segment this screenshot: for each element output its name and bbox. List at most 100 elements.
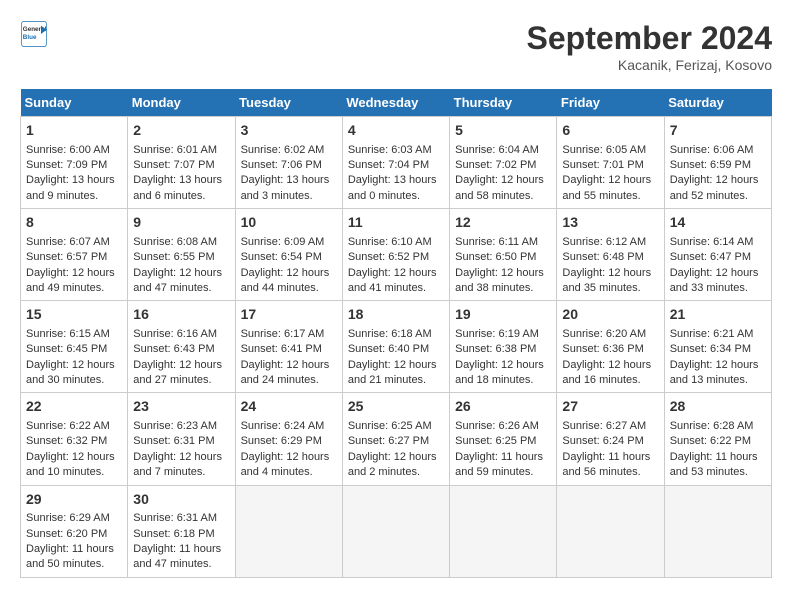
day-info: Sunset: 7:02 PM <box>455 158 551 173</box>
day-info: and 7 minutes. <box>133 465 229 480</box>
header-row: SundayMondayTuesdayWednesdayThursdayFrid… <box>21 89 772 117</box>
day-info: and 47 minutes. <box>133 557 229 572</box>
day-info: Sunset: 6:52 PM <box>348 250 444 265</box>
day-info: and 58 minutes. <box>455 189 551 204</box>
day-info: Sunset: 6:57 PM <box>26 250 122 265</box>
calendar-cell: 2Sunrise: 6:01 AMSunset: 7:07 PMDaylight… <box>128 117 235 209</box>
day-info: and 41 minutes. <box>348 281 444 296</box>
day-info: and 21 minutes. <box>348 373 444 388</box>
day-info: Daylight: 12 hours <box>562 173 658 188</box>
title-block: September 2024 Kacanik, Ferizaj, Kosovo <box>527 20 772 73</box>
calendar-cell: 13Sunrise: 6:12 AMSunset: 6:48 PMDayligh… <box>557 209 664 301</box>
day-info: Daylight: 12 hours <box>348 450 444 465</box>
day-info: Sunset: 7:09 PM <box>26 158 122 173</box>
day-number: 3 <box>241 121 337 141</box>
day-info: Sunrise: 6:06 AM <box>670 143 766 158</box>
day-info: and 0 minutes. <box>348 189 444 204</box>
day-info: Sunset: 6:48 PM <box>562 250 658 265</box>
day-info: Daylight: 12 hours <box>133 450 229 465</box>
day-info: Daylight: 11 hours <box>133 542 229 557</box>
day-info: and 16 minutes. <box>562 373 658 388</box>
calendar-cell: 18Sunrise: 6:18 AMSunset: 6:40 PMDayligh… <box>342 301 449 393</box>
calendar-cell: 26Sunrise: 6:26 AMSunset: 6:25 PMDayligh… <box>450 393 557 485</box>
day-info: Sunset: 6:55 PM <box>133 250 229 265</box>
day-number: 15 <box>26 305 122 325</box>
day-info: Sunrise: 6:07 AM <box>26 235 122 250</box>
day-info: Daylight: 12 hours <box>26 450 122 465</box>
day-number: 24 <box>241 397 337 417</box>
day-info: Sunset: 6:59 PM <box>670 158 766 173</box>
calendar-cell: 7Sunrise: 6:06 AMSunset: 6:59 PMDaylight… <box>664 117 771 209</box>
day-info: Sunrise: 6:19 AM <box>455 327 551 342</box>
calendar-cell: 29Sunrise: 6:29 AMSunset: 6:20 PMDayligh… <box>21 485 128 577</box>
day-info: and 53 minutes. <box>670 465 766 480</box>
day-info: Sunset: 6:27 PM <box>348 434 444 449</box>
day-info: Sunrise: 6:14 AM <box>670 235 766 250</box>
location: Kacanik, Ferizaj, Kosovo <box>527 57 772 73</box>
day-info: Daylight: 12 hours <box>241 358 337 373</box>
day-info: Sunset: 6:43 PM <box>133 342 229 357</box>
calendar-cell <box>664 485 771 577</box>
day-info: and 35 minutes. <box>562 281 658 296</box>
logo: General Blue <box>20 20 48 48</box>
calendar-week-row: 29Sunrise: 6:29 AMSunset: 6:20 PMDayligh… <box>21 485 772 577</box>
day-number: 4 <box>348 121 444 141</box>
day-number: 12 <box>455 213 551 233</box>
calendar-cell <box>557 485 664 577</box>
day-info: Daylight: 12 hours <box>562 358 658 373</box>
day-info: Sunrise: 6:16 AM <box>133 327 229 342</box>
day-info: and 4 minutes. <box>241 465 337 480</box>
day-info: Sunrise: 6:24 AM <box>241 419 337 434</box>
day-info: Sunrise: 6:26 AM <box>455 419 551 434</box>
day-info: Sunrise: 6:08 AM <box>133 235 229 250</box>
day-number: 2 <box>133 121 229 141</box>
day-info: and 24 minutes. <box>241 373 337 388</box>
calendar-cell: 28Sunrise: 6:28 AMSunset: 6:22 PMDayligh… <box>664 393 771 485</box>
calendar-cell: 8Sunrise: 6:07 AMSunset: 6:57 PMDaylight… <box>21 209 128 301</box>
day-info: Sunset: 6:40 PM <box>348 342 444 357</box>
day-info: Sunset: 6:31 PM <box>133 434 229 449</box>
day-info: Daylight: 13 hours <box>241 173 337 188</box>
day-info: Sunrise: 6:23 AM <box>133 419 229 434</box>
day-info: Sunset: 7:04 PM <box>348 158 444 173</box>
day-number: 5 <box>455 121 551 141</box>
day-info: and 33 minutes. <box>670 281 766 296</box>
calendar-cell: 11Sunrise: 6:10 AMSunset: 6:52 PMDayligh… <box>342 209 449 301</box>
day-info: Sunrise: 6:10 AM <box>348 235 444 250</box>
day-info: and 2 minutes. <box>348 465 444 480</box>
calendar-cell: 22Sunrise: 6:22 AMSunset: 6:32 PMDayligh… <box>21 393 128 485</box>
day-info: and 38 minutes. <box>455 281 551 296</box>
day-info: and 55 minutes. <box>562 189 658 204</box>
calendar-cell: 25Sunrise: 6:25 AMSunset: 6:27 PMDayligh… <box>342 393 449 485</box>
day-info: Sunrise: 6:05 AM <box>562 143 658 158</box>
day-info: Sunset: 6:50 PM <box>455 250 551 265</box>
day-info: Sunrise: 6:21 AM <box>670 327 766 342</box>
calendar-cell: 6Sunrise: 6:05 AMSunset: 7:01 PMDaylight… <box>557 117 664 209</box>
day-info: Daylight: 13 hours <box>348 173 444 188</box>
day-info: and 9 minutes. <box>26 189 122 204</box>
day-info: and 44 minutes. <box>241 281 337 296</box>
calendar-cell: 9Sunrise: 6:08 AMSunset: 6:55 PMDaylight… <box>128 209 235 301</box>
day-number: 6 <box>562 121 658 141</box>
calendar-cell: 27Sunrise: 6:27 AMSunset: 6:24 PMDayligh… <box>557 393 664 485</box>
day-info: and 59 minutes. <box>455 465 551 480</box>
calendar-table: SundayMondayTuesdayWednesdayThursdayFrid… <box>20 89 772 578</box>
day-info: Sunrise: 6:29 AM <box>26 511 122 526</box>
calendar-cell: 3Sunrise: 6:02 AMSunset: 7:06 PMDaylight… <box>235 117 342 209</box>
day-info: Daylight: 12 hours <box>26 266 122 281</box>
day-number: 1 <box>26 121 122 141</box>
day-info: Daylight: 12 hours <box>348 358 444 373</box>
day-number: 27 <box>562 397 658 417</box>
calendar-cell <box>342 485 449 577</box>
calendar-cell: 17Sunrise: 6:17 AMSunset: 6:41 PMDayligh… <box>235 301 342 393</box>
calendar-cell <box>450 485 557 577</box>
day-info: Sunrise: 6:20 AM <box>562 327 658 342</box>
day-info: Daylight: 11 hours <box>26 542 122 557</box>
day-info: Sunset: 6:22 PM <box>670 434 766 449</box>
calendar-week-row: 1Sunrise: 6:00 AMSunset: 7:09 PMDaylight… <box>21 117 772 209</box>
calendar-cell: 10Sunrise: 6:09 AMSunset: 6:54 PMDayligh… <box>235 209 342 301</box>
day-info: Sunrise: 6:31 AM <box>133 511 229 526</box>
day-number: 29 <box>26 490 122 510</box>
day-number: 30 <box>133 490 229 510</box>
day-info: Sunrise: 6:27 AM <box>562 419 658 434</box>
